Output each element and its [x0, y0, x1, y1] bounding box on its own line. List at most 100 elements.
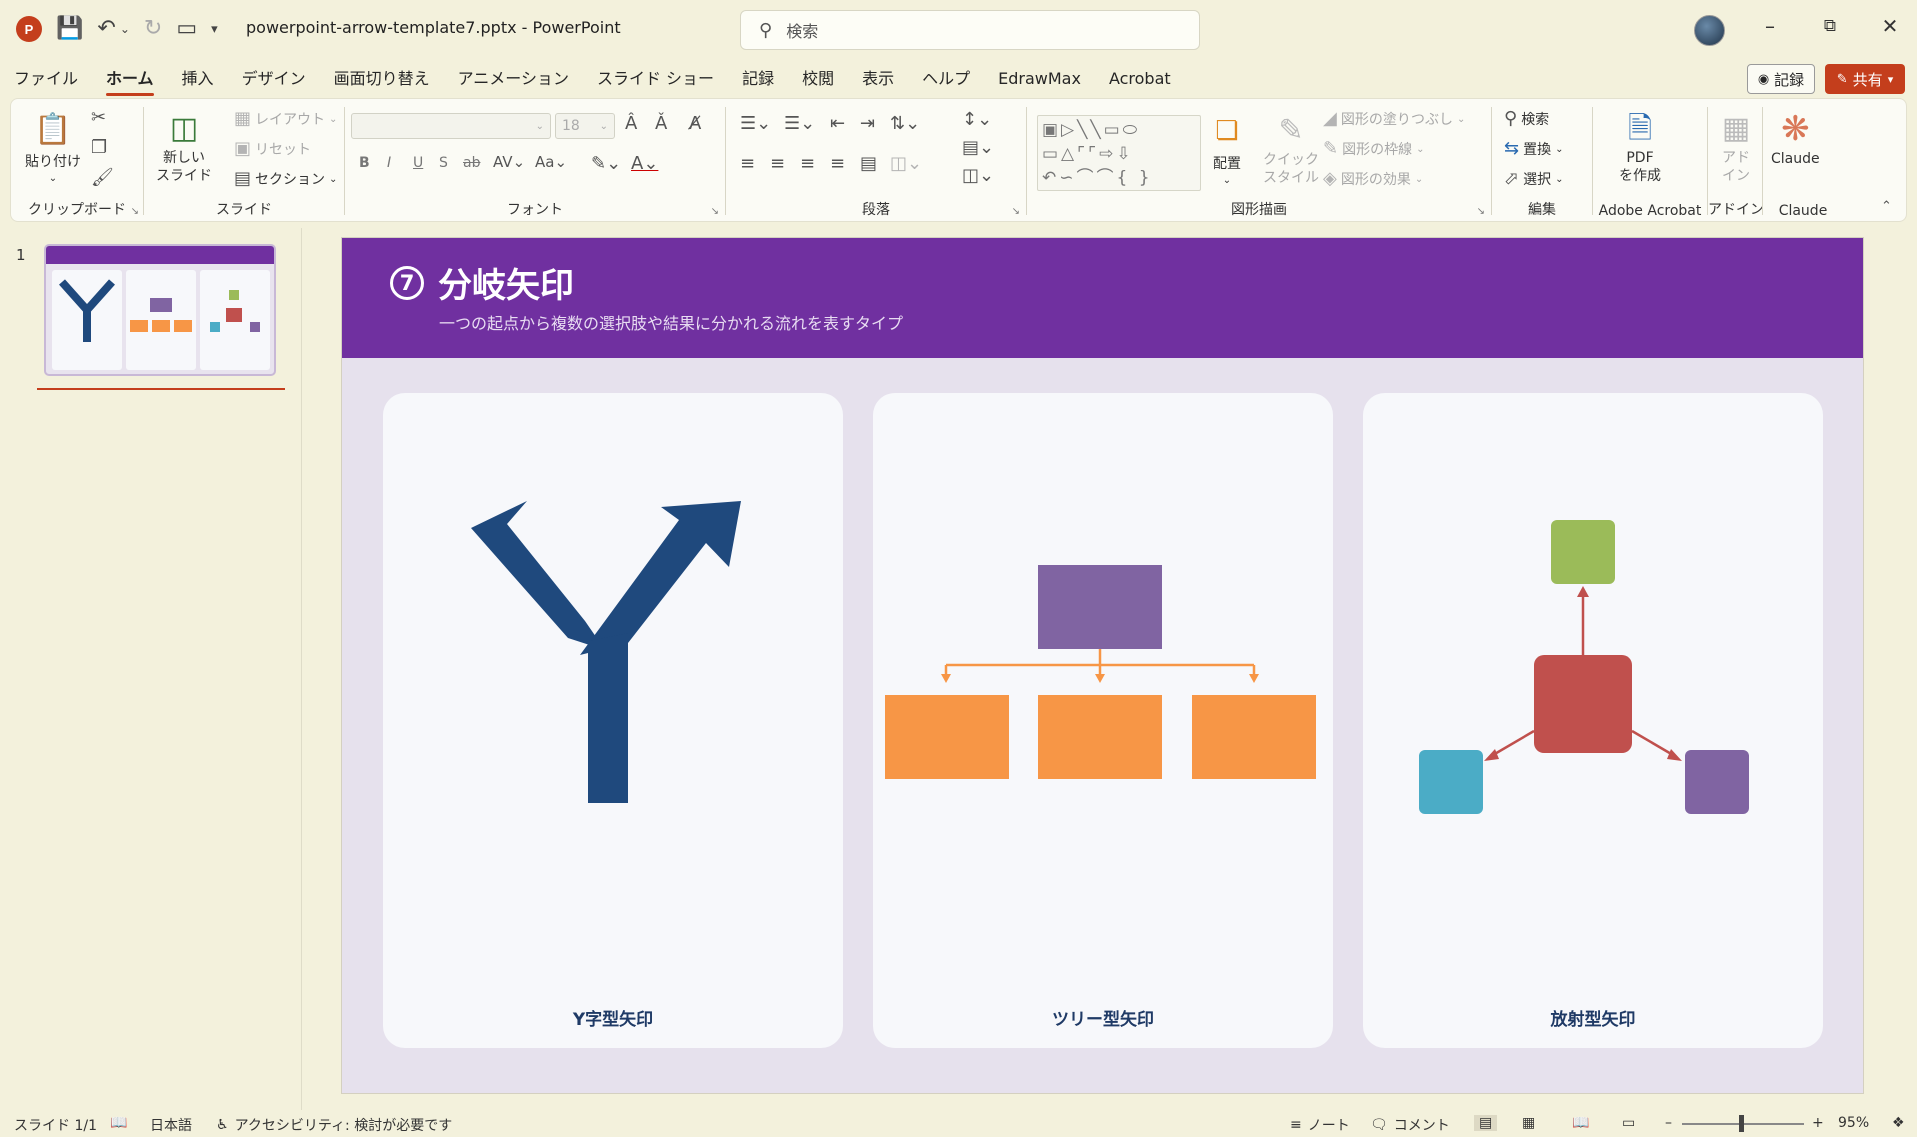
fit-to-window-icon[interactable]: ❖ [1892, 1115, 1905, 1131]
close-icon[interactable]: ✕ [1875, 14, 1905, 38]
smartart-icon[interactable]: ◫⌄ [962, 167, 994, 185]
tab-transitions[interactable]: 画面切り替え [320, 64, 444, 96]
decrease-indent-icon[interactable]: ⇤ [830, 115, 845, 133]
decrease-font-icon[interactable]: Ǎ [655, 115, 667, 133]
tab-file[interactable]: ファイル [0, 64, 92, 96]
normal-view-icon[interactable]: ▤ [1474, 1115, 1498, 1131]
tab-record[interactable]: 記録 [728, 64, 788, 96]
underline-button[interactable]: U [413, 155, 423, 171]
tab-review[interactable]: 校閲 [788, 64, 848, 96]
shapes-gallery[interactable]: ▣▷╲╲▭⬭ ▭△⌜⌜⇨⇩ ↶∽⌒⌒{ } [1037, 115, 1201, 191]
search-input[interactable]: ⚲ 検索 [740, 10, 1200, 50]
user-avatar[interactable] [1694, 15, 1725, 46]
slide-canvas[interactable]: 7 分岐矢印 一つの起点から複数の選択肢や結果に分かれる流れを表すタイプ Y字型… [342, 238, 1863, 1093]
collapse-ribbon-icon[interactable]: ⌃ [1881, 199, 1892, 214]
zoom-out-icon[interactable]: – [1665, 1115, 1672, 1131]
increase-indent-icon[interactable]: ⇥ [860, 115, 875, 133]
restore-icon[interactable]: ⧉ [1815, 16, 1845, 36]
strikethrough-button[interactable]: ab [463, 155, 480, 171]
addin-button[interactable]: ▦ アド イン [1716, 109, 1756, 185]
italic-button[interactable]: I [387, 155, 391, 171]
cut-icon[interactable]: ✂ [91, 109, 106, 127]
slide-title[interactable]: 7 分岐矢印 [390, 258, 574, 307]
font-size-combo[interactable]: 18 ⌄ [555, 113, 615, 139]
bold-button[interactable]: B [359, 155, 370, 171]
tab-view[interactable]: 表示 [848, 64, 908, 96]
undo-dropdown-icon[interactable]: ⌄ [120, 23, 130, 35]
highlight-icon[interactable]: ✎⌄ [591, 155, 621, 173]
spellcheck-icon[interactable]: 📖 [110, 1115, 127, 1131]
tab-design[interactable]: デザイン [228, 64, 320, 96]
new-slide-button[interactable]: ◫ 新しい スライド [156, 109, 212, 185]
redo-icon[interactable]: ↻ [144, 18, 162, 40]
quick-style-button[interactable]: ✎ クイック スタイル [1263, 111, 1319, 187]
tab-help[interactable]: ヘルプ [908, 64, 984, 96]
slide-sorter-icon[interactable]: ▦ [1522, 1115, 1535, 1131]
format-painter-icon[interactable]: 🖌 [91, 169, 114, 187]
shape-effects-button[interactable]: ◈ 図形の効果 ⌄ [1323, 169, 1423, 189]
copy-icon[interactable]: ❐ [91, 139, 107, 157]
increase-font-icon[interactable]: Â [625, 115, 637, 133]
notes-button[interactable]: ≡ ノート [1290, 1115, 1350, 1135]
undo-icon[interactable]: ↶ [97, 18, 115, 40]
columns-icon[interactable]: ◫⌄ [890, 155, 922, 173]
clear-format-icon[interactable]: A̸ [689, 115, 701, 133]
tab-acrobat[interactable]: Acrobat [1095, 64, 1185, 96]
bullets-icon[interactable]: ☰⌄ [740, 115, 771, 133]
char-spacing-icon[interactable]: AV⌄ [493, 155, 525, 170]
section-button[interactable]: ▤ セクション ⌄ [234, 169, 337, 189]
save-icon[interactable]: 💾 [56, 18, 83, 40]
find-button[interactable]: ⚲ 検索 [1504, 109, 1549, 129]
tab-home[interactable]: ホーム [92, 64, 168, 96]
align-text-icon[interactable]: ▤⌄ [962, 139, 994, 157]
justify-icon[interactable]: ≡ [830, 155, 845, 173]
line-spacing-icon[interactable]: ⇅⌄ [890, 115, 920, 133]
comments-button[interactable]: 🗨 コメント [1370, 1115, 1450, 1135]
shape-fill-button[interactable]: ◢ 図形の塗りつぶし ⌄ [1323, 109, 1465, 129]
shape-outline-button[interactable]: ✎ 図形の枠線 ⌄ [1323, 139, 1424, 159]
tab-insert[interactable]: 挿入 [168, 64, 228, 96]
record-button[interactable]: ◉ 記録 [1747, 64, 1815, 94]
shadow-button[interactable]: S [439, 155, 448, 171]
card-tree-arrow[interactable]: ツリー型矢印 [873, 393, 1333, 1048]
align-right-icon[interactable]: ≡ [800, 155, 815, 173]
slide-thumbnail[interactable] [44, 244, 276, 376]
create-pdf-button[interactable]: 🗎 PDF を作成 [1619, 109, 1661, 185]
claude-button[interactable]: ❋ Claude [1771, 109, 1820, 167]
dialog-launcher-icon[interactable]: ↘ [1012, 206, 1020, 217]
tab-animations[interactable]: アニメーション [444, 64, 583, 96]
minimize-icon[interactable]: – [1755, 14, 1785, 38]
change-case-icon[interactable]: Aa⌄ [535, 155, 567, 170]
present-icon[interactable]: ▭ [176, 18, 197, 40]
slide-subtitle[interactable]: 一つの起点から複数の選択肢や結果に分かれる流れを表すタイプ [439, 310, 903, 334]
layout-button[interactable]: ▦ レイアウト ⌄ [234, 109, 337, 129]
zoom-in-icon[interactable]: + [1812, 1115, 1824, 1131]
card-radial-arrow[interactable]: 放射型矢印 [1363, 393, 1823, 1048]
slideshow-icon[interactable]: ▭ [1622, 1115, 1635, 1131]
select-button[interactable]: ⬀ 選択 ⌄ [1504, 169, 1563, 189]
numbering-icon[interactable]: ☰⌄ [784, 115, 815, 133]
language-indicator[interactable]: 日本語 [150, 1115, 192, 1135]
tab-slideshow[interactable]: スライド ショー [583, 64, 728, 96]
text-direction-icon[interactable]: ↕⌄ [962, 111, 992, 129]
tab-edrawmax[interactable]: EdrawMax [984, 64, 1095, 96]
dialog-launcher-icon[interactable]: ↘ [131, 206, 139, 217]
accessibility-status[interactable]: ♿ アクセシビリティ: 検討が必要です [216, 1115, 452, 1135]
arrange-button[interactable]: ❏ 配置 ⌄ [1207, 111, 1247, 186]
font-name-combo[interactable]: ⌄ [351, 113, 551, 139]
customize-qat-icon[interactable]: ▾ [211, 23, 218, 36]
reset-button[interactable]: ▣ リセット [234, 139, 311, 159]
align-center-icon[interactable]: ≡ [770, 155, 785, 173]
reading-view-icon[interactable]: 📖 [1572, 1115, 1589, 1131]
card-y-arrow[interactable]: Y字型矢印 [383, 393, 843, 1048]
align-left-icon[interactable]: ≡ [740, 155, 755, 173]
replace-button[interactable]: ⇆ 置換 ⌄ [1504, 139, 1563, 159]
share-button[interactable]: ✎ 共有 ▾ [1825, 64, 1905, 94]
zoom-slider-thumb[interactable] [1739, 1115, 1744, 1132]
font-color-icon[interactable]: A⌄ [631, 155, 658, 173]
dialog-launcher-icon[interactable]: ↘ [711, 206, 719, 217]
paste-button[interactable]: 📋 貼り付け ⌄ [25, 109, 81, 185]
zoom-level[interactable]: 95% [1838, 1115, 1869, 1131]
distribute-icon[interactable]: ▤ [860, 155, 877, 173]
dialog-launcher-icon[interactable]: ↘ [1477, 206, 1485, 217]
